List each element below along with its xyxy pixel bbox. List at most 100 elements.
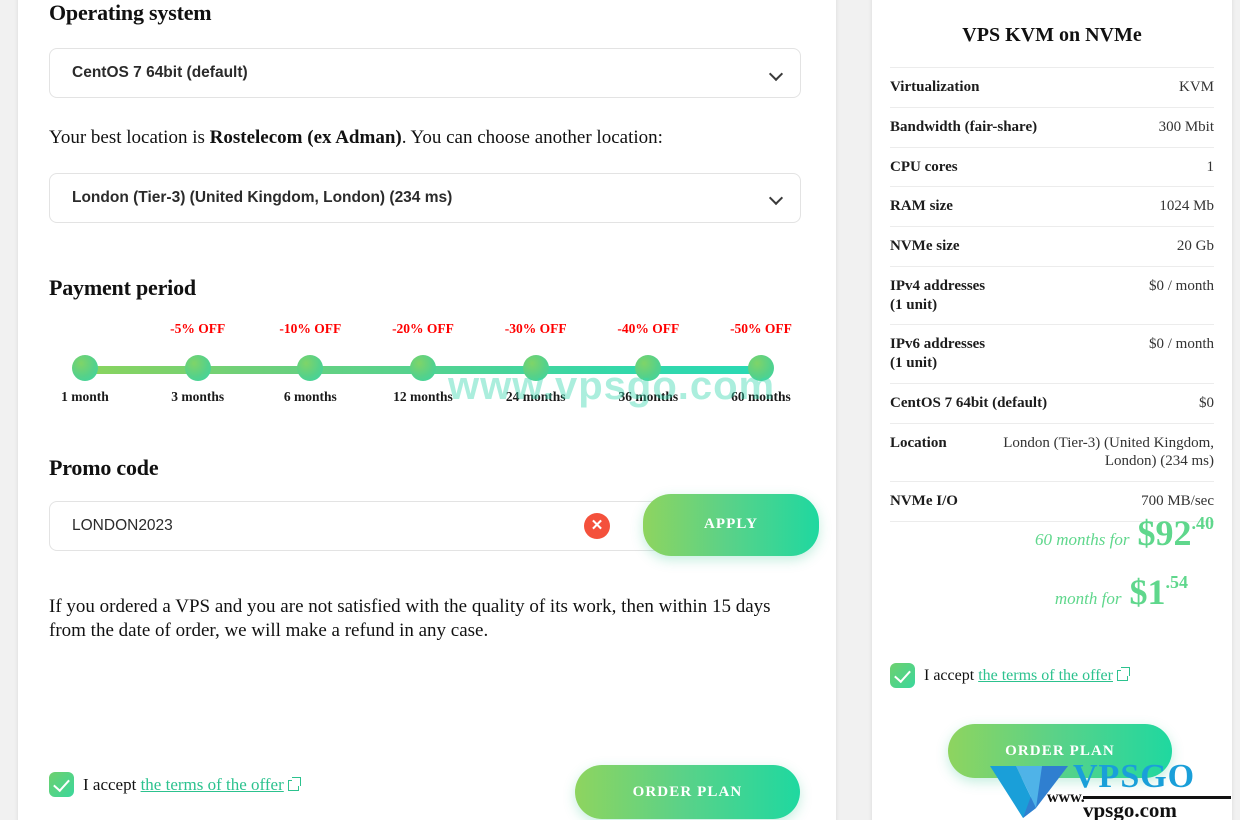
- price-monthly: month for $1.54: [890, 573, 1214, 610]
- configuration-card: Operating system CentOS 7 64bit (default…: [18, 0, 836, 820]
- price-area: 60 months for $92.40 month for $1.54: [890, 514, 1214, 610]
- spec-value: 700 MB/sec: [1141, 493, 1214, 509]
- spec-key: NVMe size: [890, 238, 960, 254]
- slider-period-label: 6 months: [283, 388, 337, 404]
- spec-value: London (Tier-3) (United Kingdom, London)…: [1003, 434, 1214, 470]
- slider-dot[interactable]: [410, 354, 436, 381]
- best-location-prefix: Your best location is: [49, 127, 210, 148]
- spec-key: IPv6 addresses (1 unit): [890, 336, 986, 371]
- spec-value: $0: [1199, 394, 1214, 411]
- price-total: 60 months for $92.40: [890, 514, 1214, 551]
- slider-period-label: 1 month: [61, 388, 109, 404]
- payment-period-slider[interactable]: 1 month -5% OFF 3 months -10% OFF 6 months -2…: [49, 321, 801, 431]
- slider-discount-label: -50% OFF: [730, 320, 792, 336]
- spec-value: 20 Gb: [1176, 238, 1214, 254]
- os-select-value: CentOS 7 64bit (default): [72, 64, 248, 81]
- slider-discount-label: -5% OFF: [170, 320, 226, 336]
- accept-terms-checkbox[interactable]: [890, 663, 915, 688]
- spec-row: Virtualization KVM: [890, 67, 1214, 107]
- order-plan-label: ORDER PLAN: [632, 783, 743, 800]
- slider-period-label: 12 months: [393, 388, 453, 404]
- accept-prefix: I accept: [83, 774, 141, 794]
- slider-period-label: 3 months: [171, 388, 225, 404]
- spec-key: CPU cores: [890, 158, 958, 175]
- refund-note: If you ordered a VPS and you are not sat…: [49, 595, 771, 641]
- spec-key: RAM size: [890, 198, 953, 215]
- price-monthly-cents: .54: [1165, 572, 1189, 592]
- os-select[interactable]: CentOS 7 64bit (default): [49, 48, 801, 98]
- accept-prefix: I accept: [924, 666, 979, 684]
- payment-period-title: Payment period: [49, 274, 196, 300]
- terms-of-offer-link[interactable]: the terms of the offer: [141, 775, 284, 794]
- spec-key: Virtualization: [890, 79, 980, 95]
- order-page: Operating system CentOS 7 64bit (default…: [0, 0, 1240, 820]
- slider-discount-label: -10% OFF: [279, 320, 342, 336]
- summary-card: VPS KVM on NVMe Virtualization KVM Bandwid…: [872, 0, 1232, 820]
- slider-period-label: 24 months: [505, 388, 566, 404]
- order-plan-button-left[interactable]: ORDER PLAN: [575, 765, 800, 819]
- slider-dot[interactable]: [72, 354, 98, 381]
- plan-title: VPS KVM on NVMe: [962, 24, 1142, 46]
- clear-icon-glyph: ✕: [590, 517, 604, 535]
- external-link-icon: [1116, 666, 1130, 681]
- location-select-value: London (Tier-3) (United Kingdom, London)…: [72, 188, 453, 206]
- spec-value: 300 Mbit: [1158, 118, 1214, 135]
- order-plan-label: ORDER PLAN: [1005, 742, 1115, 759]
- best-location-text: Your best location is Rostelecom (ex Adm…: [49, 126, 801, 151]
- slider-dot[interactable]: [635, 354, 662, 381]
- promo-code-title: Promo code: [49, 454, 159, 480]
- slider-dot[interactable]: [522, 354, 549, 381]
- slider-dot[interactable]: [297, 354, 324, 381]
- chevron-down-icon: [770, 69, 784, 78]
- promo-code-input[interactable]: LONDON2023: [49, 500, 709, 551]
- accept-terms-label: I accept the terms of the offer: [924, 666, 1130, 685]
- location-select[interactable]: London (Tier-3) (United Kingdom, London)…: [49, 172, 801, 223]
- price-monthly-prefix: month for: [1054, 589, 1122, 608]
- spec-key: IPv4 addresses (1 unit): [890, 277, 986, 313]
- slider-dot[interactable]: [184, 354, 211, 381]
- spec-row: RAM size 1024 Mb: [890, 186, 1214, 226]
- spec-key: CentOS 7 64bit (default): [890, 394, 1048, 411]
- apply-button[interactable]: APPLY: [643, 493, 819, 556]
- spec-value: 1024 Mb: [1159, 198, 1214, 215]
- slider-discount-label: -30% OFF: [504, 320, 567, 336]
- spec-row: CentOS 7 64bit (default) $0: [890, 382, 1214, 423]
- accept-terms-row-left: I accept the terms of the offer: [49, 772, 301, 797]
- spec-row: Location London (Tier-3) (United Kingdom,…: [890, 422, 1214, 482]
- spec-key: NVMe I/O: [890, 493, 958, 509]
- slider-period-label: 36 months: [618, 388, 679, 404]
- promo-code-value: LONDON2023: [72, 516, 173, 534]
- accept-terms-label: I accept the terms of the offer: [83, 774, 301, 795]
- price-total-amount: $92: [1137, 513, 1192, 553]
- terms-of-offer-link[interactable]: the terms of the offer: [978, 667, 1113, 684]
- spec-key: Bandwidth (fair-share): [890, 118, 1038, 135]
- spec-value: $0 / month: [1148, 277, 1214, 294]
- clear-icon[interactable]: ✕: [584, 512, 610, 539]
- price-total-prefix: 60 months for: [1035, 530, 1130, 549]
- specs-table: Virtualization KVM Bandwidth (fair-share) 3…: [890, 67, 1214, 522]
- operating-system-title: Operating system: [49, 0, 212, 25]
- spec-value: 1: [1206, 158, 1215, 175]
- price-total-cents: .40: [1191, 513, 1215, 533]
- configuration-content: Operating system CentOS 7 64bit (default…: [49, 0, 819, 643]
- best-location-suffix: . You can choose another location:: [401, 127, 663, 148]
- spec-row: IPv4 addresses (1 unit) $0 / month: [890, 265, 1214, 325]
- spec-value: KVM: [1178, 79, 1214, 95]
- slider-dot[interactable]: [748, 354, 774, 381]
- spec-row: IPv6 addresses (1 unit) $0 / month: [890, 324, 1214, 383]
- spec-row: CPU cores 1: [890, 146, 1215, 187]
- slider-discount-label: -40% OFF: [617, 320, 680, 336]
- slider-period-label: 60 months: [731, 388, 791, 404]
- spec-row: NVMe size 20 Gb: [890, 226, 1214, 266]
- accept-terms-row-right: I accept the terms of the offer: [890, 663, 1130, 688]
- apply-button-label: APPLY: [703, 516, 759, 533]
- accept-terms-checkbox[interactable]: [49, 772, 74, 797]
- chevron-down-icon: [770, 193, 784, 202]
- promo-row: LONDON2023 ✕ APPLY: [49, 493, 819, 556]
- spec-key: Location: [890, 434, 947, 451]
- spec-value: $0 / month: [1148, 336, 1214, 353]
- external-link-icon: [287, 776, 301, 791]
- price-monthly-amount: $1: [1129, 572, 1166, 612]
- slider-discount-label: -20% OFF: [392, 320, 454, 336]
- order-plan-button-right[interactable]: ORDER PLAN: [948, 724, 1172, 778]
